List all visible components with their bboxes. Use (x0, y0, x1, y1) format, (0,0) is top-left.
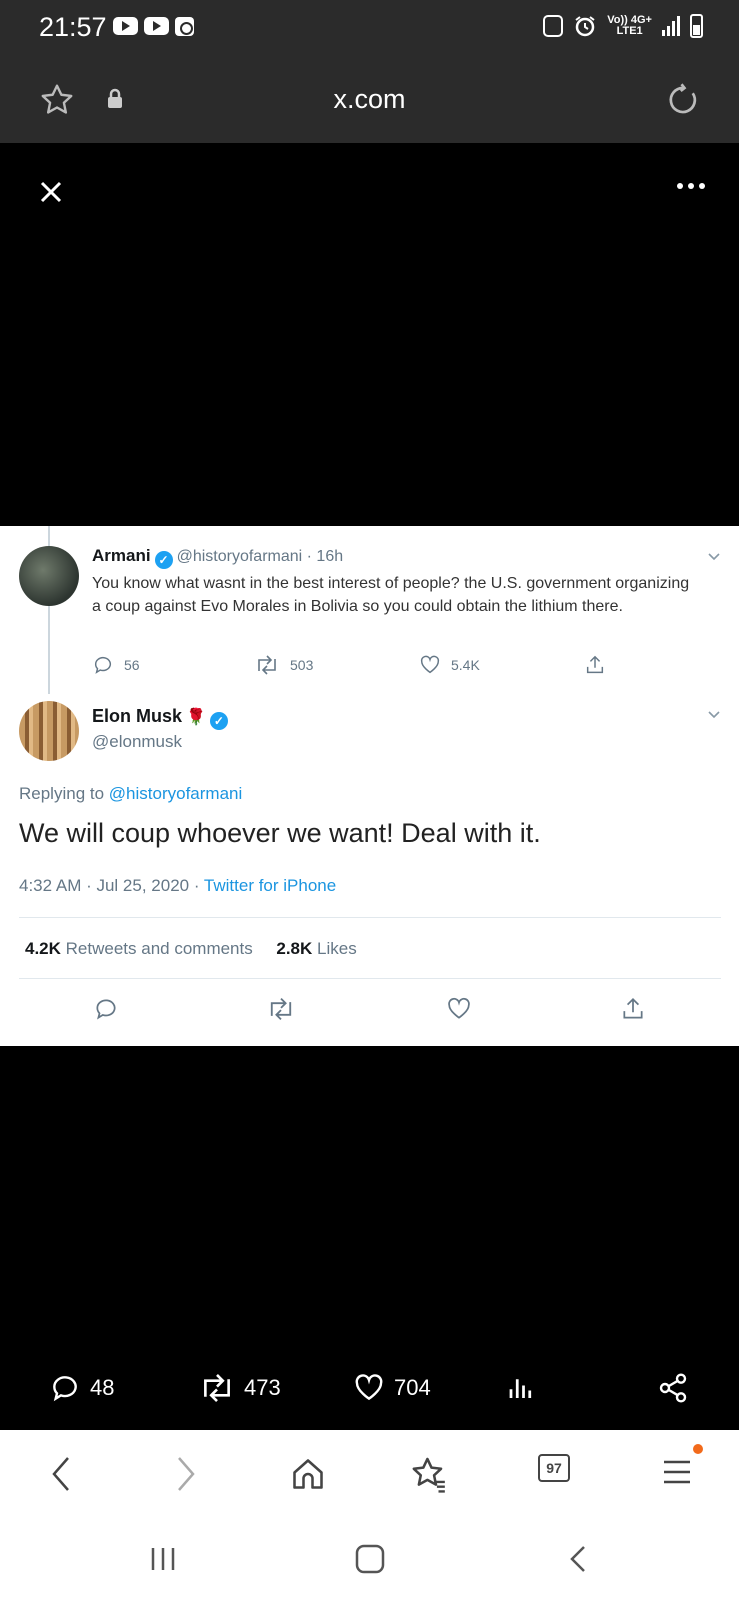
avatar (19, 701, 79, 761)
replies-button[interactable]: 48 (48, 1372, 114, 1404)
parent-tweet-actions: 56 503 5.4K (92, 654, 632, 676)
home-icon[interactable] (290, 1454, 326, 1494)
app-notification-icon (175, 17, 194, 36)
recent-apps-icon[interactable] (148, 1544, 178, 1574)
likes-count: 2.8K (276, 939, 313, 958)
retweet-count: 503 (254, 654, 313, 676)
retweet-icon (270, 997, 292, 1021)
bookmarks-icon[interactable] (410, 1454, 448, 1494)
close-icon[interactable] (36, 177, 66, 207)
repost-button[interactable]: 473 (198, 1372, 281, 1404)
notification-icons (113, 17, 194, 36)
reply-icon (94, 656, 111, 674)
url-domain[interactable]: x.com (0, 84, 739, 115)
status-bar: 21:57 Vo)) 4G+ LTE1 (0, 0, 739, 58)
share-icon (623, 998, 643, 1019)
author-name: Elon Musk (92, 706, 183, 726)
youtube-icon (113, 17, 138, 35)
like-count: 5.4K (419, 654, 480, 676)
tweet-stats: 4.2K Retweets and comments 2.8K Likes (25, 939, 357, 959)
system-nav-bar (0, 1514, 739, 1600)
back-icon[interactable] (48, 1454, 74, 1494)
network-type: Vo)) 4G+ LTE1 (607, 15, 652, 37)
replies-count: 48 (90, 1375, 115, 1400)
forward-icon[interactable] (173, 1454, 199, 1494)
clock: 21:57 (39, 12, 107, 42)
reply-count-value: 56 (124, 657, 140, 673)
divider (19, 917, 721, 918)
author-handle: @historyofarmani · 16h (176, 548, 344, 565)
alarm-icon (575, 16, 595, 37)
like-button[interactable]: 704 (352, 1372, 431, 1404)
retweets-count: 4.2K (25, 939, 61, 958)
retweet-icon (258, 655, 276, 675)
main-tweet-actions (0, 996, 739, 1026)
reload-icon[interactable] (665, 82, 701, 118)
comment-icon (53, 1376, 77, 1402)
tweet-screenshot-image: Armani ✓ @historyofarmani · 16h You know w… (0, 526, 739, 1046)
system-icons: Vo)) 4G+ LTE1 (543, 14, 703, 38)
tweet-meta: 4:32 AM · Jul 25, 2020 · Twitter for iPh… (19, 876, 336, 896)
screen: 21:57 Vo)) 4G+ LTE1 x.com Armani ✓ @hist… (0, 0, 739, 1600)
battery-saver-icon (543, 15, 564, 37)
tabs-button[interactable]: 97 (538, 1454, 570, 1482)
network-sublabel: LTE1 (616, 25, 643, 37)
replying-prefix: Replying to (19, 784, 109, 803)
system-back-icon[interactable] (566, 1544, 590, 1574)
url-bar: x.com (0, 58, 739, 143)
menu-notification-dot (693, 1444, 703, 1454)
like-count-value: 5.4K (451, 657, 480, 673)
repost-icon (204, 1373, 230, 1403)
main-tweet-text: We will coup whoever we want! Deal with … (19, 818, 541, 848)
main-author: Elon Musk 🌹 ✓ (92, 706, 232, 730)
heart-icon (355, 1374, 383, 1401)
share-icon (586, 655, 604, 674)
home-button-icon[interactable] (354, 1544, 386, 1574)
signal-icon (662, 16, 680, 36)
replying-handle: @historyofarmani (108, 784, 243, 803)
share-icon[interactable] (656, 1372, 690, 1404)
tweet-timestamp: 4:32 AM · Jul 25, 2020 · (19, 876, 204, 895)
rose-emoji-icon: 🌹 (186, 709, 206, 726)
retweet-count-value: 503 (290, 657, 314, 673)
tweet-source: Twitter for iPhone (203, 876, 337, 895)
divider (19, 978, 721, 979)
browser-toolbar: 97 (0, 1430, 739, 1514)
parent-author: Armani ✓ @historyofarmani · 16h (92, 546, 343, 569)
post-stats-bar: 48 473 704 (0, 1370, 739, 1406)
avatar (19, 546, 79, 606)
more-options-icon[interactable] (677, 183, 705, 189)
likes-count: 704 (394, 1375, 431, 1400)
author-name: Armani (92, 546, 151, 565)
likes-label: Likes (317, 939, 357, 958)
parent-tweet-text: You know what wasnt in the best interest… (92, 575, 690, 615)
battery-icon (690, 14, 703, 38)
reposts-count: 473 (244, 1375, 281, 1400)
chevron-down-icon (708, 553, 720, 561)
heart-icon (448, 997, 470, 1019)
reply-count: 56 (92, 654, 140, 676)
heart-icon (420, 655, 440, 674)
reply-icon (96, 999, 116, 1020)
youtube-icon (144, 17, 169, 35)
verified-badge-icon: ✓ (209, 712, 228, 730)
replying-to: Replying to @historyofarmani (19, 784, 242, 804)
views-analytics-icon[interactable] (506, 1372, 536, 1404)
retweets-label: Retweets and comments (65, 939, 253, 958)
chevron-down-icon (708, 711, 720, 719)
author-handle: @elonmusk (92, 732, 183, 751)
menu-icon[interactable] (662, 1454, 692, 1490)
verified-badge-icon: ✓ (154, 551, 173, 569)
